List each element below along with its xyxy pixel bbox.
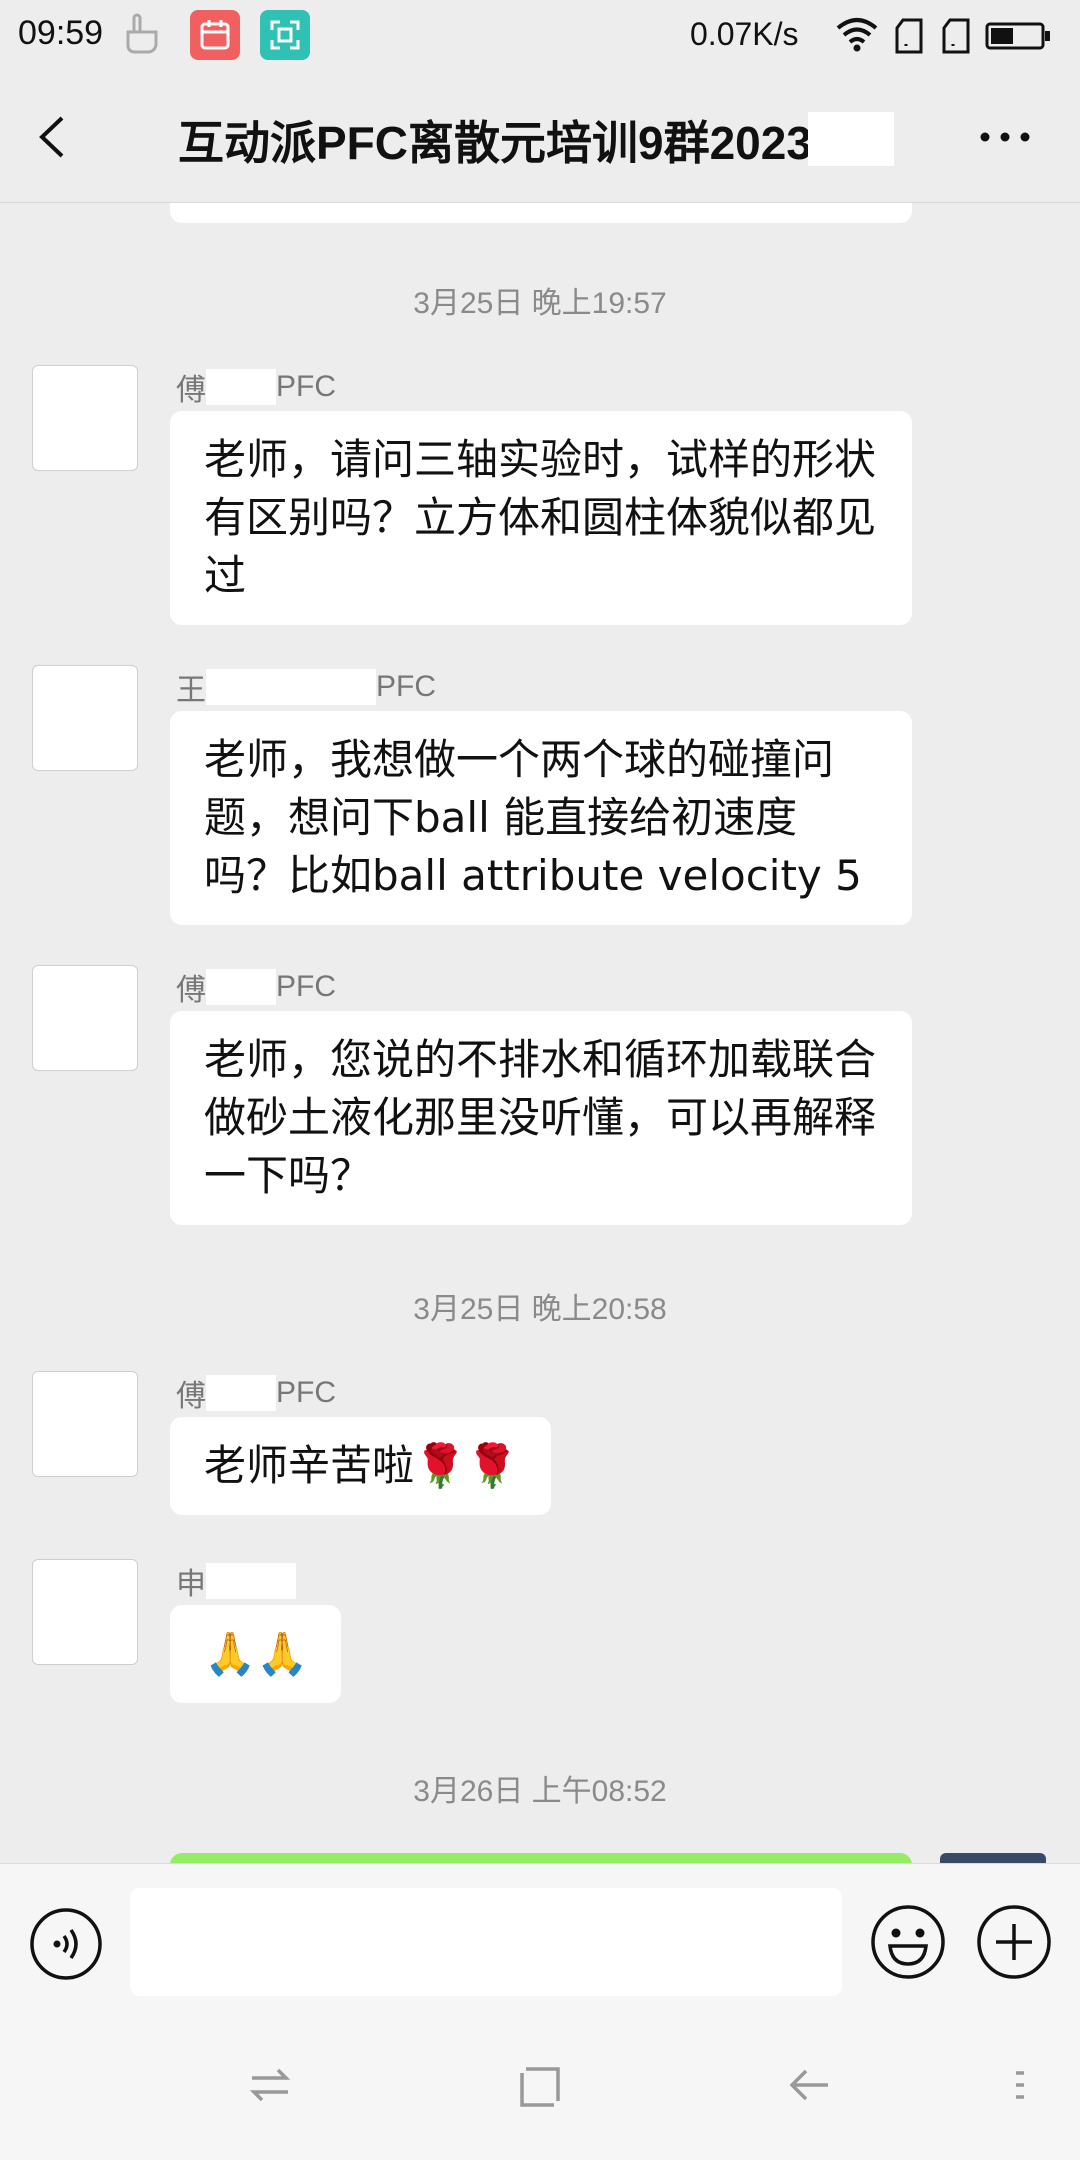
sender-name-prefix: 王 [176, 674, 206, 707]
status-bar: 09:59 0.07K/s [0, 0, 1080, 72]
sender-name-prefix: 傅 [176, 974, 206, 1007]
home-icon[interactable] [518, 2065, 562, 2109]
message-text: 🙏🙏 [204, 1629, 309, 1678]
message-bubble[interactable]: 老师辛苦啦🌹🌹 [170, 1417, 551, 1515]
voice-icon[interactable] [28, 1906, 104, 1982]
message-bubble[interactable]: 老师，请问三轴实验时，试样的形状有区别吗？立方体和圆柱体貌似都见过 [170, 411, 912, 625]
status-time: 09:59 [18, 14, 104, 52]
self-avatar[interactable] [940, 1853, 1046, 1863]
chevron-left-icon[interactable] [30, 112, 80, 162]
message-text: 老师，您说的不排水和循环加载联合做砂土液化那里没听懂，可以再解释一下吗？ [204, 1035, 877, 1200]
hand-icon [126, 13, 158, 54]
wifi-icon [836, 18, 878, 52]
emoji-icon[interactable] [868, 1902, 948, 1982]
timestamp: 3月25日 晚上19:57 [413, 287, 667, 320]
switch-icon[interactable] [248, 2065, 292, 2105]
sender-name: 傅 PFC [176, 365, 336, 409]
chat-area[interactable]: 3月25日 晚上19:57 傅 PFC 老师，请问三轴实验时，试样的形状有区别吗… [0, 203, 1080, 1863]
message-bubble-partial[interactable] [170, 203, 912, 223]
system-nav-bar [0, 2023, 1080, 2160]
plus-icon[interactable] [974, 1902, 1054, 1982]
self-message-bubble-partial[interactable] [170, 1853, 912, 1863]
sender-name-prefix: 申 [176, 1568, 206, 1601]
avatar[interactable] [32, 1371, 138, 1477]
redaction-mask [808, 112, 894, 166]
sender-name-suffix: PFC [276, 970, 336, 1003]
timestamp: 3月26日 上午08:52 [413, 1775, 667, 1808]
redaction-mask [206, 369, 276, 405]
timestamp: 3月25日 晚上20:58 [413, 1293, 667, 1326]
message-text: 老师，请问三轴实验时，试样的形状有区别吗？立方体和圆柱体貌似都见过 [204, 435, 877, 600]
redaction-mask [206, 669, 376, 705]
message-text: 老师，我想做一个两个球的碰撞问题，想问下ball 能直接给初速度吗？比如ball… [204, 735, 862, 900]
sender-name: 傅 PFC [176, 965, 336, 1009]
sender-name: 傅 PFC [176, 1371, 336, 1415]
net-speed: 0.07K/s [690, 16, 799, 52]
sender-name-suffix: PFC [376, 670, 436, 703]
message-input[interactable] [130, 1888, 842, 1996]
battery-icon [985, 22, 1050, 50]
redaction-mask [206, 1375, 276, 1411]
back-icon[interactable] [788, 2065, 832, 2105]
sim1-icon [895, 18, 923, 54]
avatar[interactable] [32, 965, 138, 1071]
sender-name-suffix: PFC [276, 1376, 336, 1409]
avatar[interactable] [32, 1559, 138, 1665]
message-text: 老师辛苦啦🌹🌹 [204, 1441, 519, 1490]
avatar[interactable] [32, 665, 138, 771]
input-bar [0, 1863, 1080, 2024]
chat-header: 互动派PFC离散元培训9群2023 [0, 72, 1080, 203]
calendar-icon [190, 10, 240, 60]
sender-name: 申 [176, 1559, 296, 1603]
message-bubble[interactable]: 老师，您说的不排水和循环加载联合做砂土液化那里没听懂，可以再解释一下吗？ [170, 1011, 912, 1225]
message-bubble[interactable]: 🙏🙏 [170, 1605, 341, 1703]
redaction-mask [206, 1563, 296, 1599]
menu-icon[interactable] [1010, 2065, 1030, 2105]
sim2-icon [942, 18, 970, 54]
sender-name-prefix: 傅 [176, 374, 206, 407]
sender-name-suffix: PFC [276, 370, 336, 403]
more-dots-icon[interactable] [975, 117, 1035, 157]
sender-name: 王 PFC [176, 665, 436, 709]
sender-name-prefix: 傅 [176, 1380, 206, 1413]
chat-title: 互动派PFC离散元培训9群2023 [178, 117, 812, 169]
avatar[interactable] [32, 365, 138, 471]
screenshot-icon [260, 10, 310, 60]
message-bubble[interactable]: 老师，我想做一个两个球的碰撞问题，想问下ball 能直接给初速度吗？比如ball… [170, 711, 912, 925]
redaction-mask [206, 969, 276, 1005]
